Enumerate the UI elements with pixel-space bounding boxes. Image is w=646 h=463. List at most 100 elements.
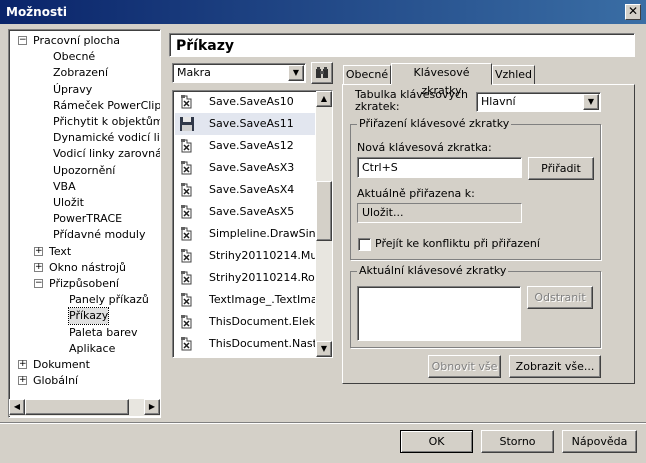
command-list-item[interactable]: Save.SaveAsX5 [175,201,315,223]
tree-item-label: Rámeček PowerClip [53,98,161,112]
scroll-left-icon[interactable]: ◀ [9,399,25,415]
tree-item[interactable]: Příkazy [67,307,110,326]
shortcut-table-value: Hlavní [481,95,516,108]
tree-item[interactable]: Panely příkazů [69,292,149,308]
keyboard-shortcuts-panel: Tabulka klávesových zkratek: Hlavní ▼ Př… [342,84,635,384]
ok-button[interactable]: OK [400,430,473,453]
command-list-item[interactable]: ThisDocument.Nastaveni [175,333,315,355]
commands-vertical-scrollbar[interactable]: ▲ ▼ [316,91,332,357]
tree-horizontal-scrollbar[interactable]: ◀ ▶ [9,399,160,416]
collapse-icon[interactable]: − [34,279,43,288]
goto-conflict-checkbox[interactable] [358,238,371,251]
tree-item-label: Dynamické vodicí linky [53,131,160,145]
close-icon[interactable]: ✕ [625,4,641,20]
tree-item[interactable]: Přichytit k objektům [53,114,160,130]
tree-item[interactable]: Pracovní plocha [33,33,120,49]
tree-item-label: Přizpůsobení [49,277,119,290]
current-shortcuts-legend: Aktuální klávesové zkratky [357,264,509,277]
command-label: Save.SaveAs11 [209,117,294,130]
scroll-right-icon[interactable]: ▶ [144,399,160,415]
expand-icon[interactable]: + [34,246,43,256]
macro-icon [181,227,192,241]
tree-item[interactable]: Text [49,244,71,260]
tree-item[interactable]: Dokument [33,357,90,373]
chevron-down-icon[interactable]: ▼ [583,94,599,110]
expand-icon[interactable]: + [34,262,43,272]
tree-item[interactable]: Vodicí linky zarovnání [53,146,160,162]
command-label: Simpleline.DrawSingleLine [209,227,315,240]
tree-item[interactable]: Globální [33,373,78,389]
scroll-thumb[interactable] [316,181,332,241]
tree-item[interactable]: Uložit [53,195,84,211]
tree-item-label: Paleta barev [69,325,138,339]
macro-icon [181,183,192,197]
show-all-button[interactable]: Zobrazit vše... [509,355,601,378]
tab-general[interactable]: Obecné [343,65,391,85]
command-label: Strihy20110214.MultiPage [209,249,315,262]
collapse-icon[interactable]: − [18,36,27,45]
chevron-down-icon[interactable]: ▼ [288,65,304,81]
tree-item[interactable]: Úpravy [53,82,92,98]
scroll-thumb[interactable] [25,399,129,415]
cancel-button[interactable]: Storno [481,430,554,453]
tree-item[interactable]: PowerTRACE [53,211,122,227]
command-label: Save.SaveAs12 [209,139,294,152]
goto-conflict-label[interactable]: Přejít ke konfliktu při přiřazení [375,237,540,250]
shortcut-table-select[interactable]: Hlavní ▼ [476,92,601,112]
command-list-item[interactable]: Strihy20110214.MultiPage [175,245,315,267]
reset-all-button[interactable]: Obnovit vše [428,355,501,378]
tree-item[interactable]: Aplikace [69,341,115,357]
scroll-up-icon[interactable]: ▲ [316,91,332,107]
command-list-item[interactable]: TextImage_.TextImage [175,289,315,311]
assign-shortcut-legend: Přiřazení klávesové zkratky [357,117,512,130]
tree-item[interactable]: Obecné [53,49,95,65]
macro-icon [181,161,192,175]
command-list-item[interactable]: ThisDocument.ElektroSchema [175,311,315,333]
tree-item-label: Dokument [33,358,90,371]
help-button[interactable]: Nápověda [562,430,637,453]
tree-item-label: Panely příkazů [69,293,149,307]
tree-item-label: Globální [33,374,79,388]
tab-keyboard-shortcuts[interactable]: Klávesové zkratky [391,63,492,97]
floppy-icon [180,117,194,131]
command-list-item[interactable]: Strihy20110214.Rozlozeni [175,267,315,289]
tree-item[interactable]: Přídavné moduly [53,227,145,243]
tree-item[interactable]: Dynamické vodicí linky [53,130,160,146]
tree-item[interactable]: Paleta barev [69,325,138,341]
tree-item[interactable]: Okno nástrojů [49,260,126,276]
remove-button[interactable]: Odstranit [527,286,593,309]
command-label: TextImage_.TextImage [209,293,315,306]
expand-icon[interactable]: + [18,376,27,386]
footer-separator [0,422,646,424]
commands-list[interactable]: Save.SaveAs10 Save.SaveAs11 Save.SaveAs12 S… [172,90,333,358]
expand-icon[interactable]: + [18,360,27,369]
current-shortcuts-list[interactable] [357,286,521,341]
new-shortcut-input[interactable]: Ctrl+S [357,157,522,178]
command-list-item[interactable]: Save.SaveAs11 [175,113,315,135]
options-tree[interactable]: Pracovní plocha − Obecné Zobrazení Úpravy Rám… [8,29,161,418]
macro-icon [181,293,192,307]
command-list-item[interactable]: Save.SaveAsX4 [175,179,315,201]
find-button[interactable] [311,62,333,84]
tree-item-label: VBA [53,179,76,193]
tree-item[interactable]: Zobrazení [53,65,108,81]
command-label: Save.SaveAsX3 [209,161,295,174]
command-list-item[interactable]: Save.SaveAs10 [175,91,315,113]
window-title: Možnosti [6,5,67,19]
tree-item[interactable]: Přizpůsobení [49,276,119,292]
command-list-item[interactable]: Simpleline.DrawSingleLine [175,223,315,245]
tree-item-label: Zobrazení [53,66,109,80]
tree-item-label: Obecné [53,50,96,64]
tab-appearance[interactable]: Vzhled [492,65,535,85]
assign-button[interactable]: Přiřadit [528,157,594,180]
current-assigned-label: Aktuálně přiřazena k: [357,187,475,200]
command-list-item[interactable]: Save.SaveAs12 [175,135,315,157]
command-list-item[interactable]: Save.SaveAsX3 [175,157,315,179]
tree-item[interactable]: Upozornění [53,163,115,179]
category-select[interactable]: Makra ▼ [172,63,306,83]
tree-item[interactable]: Rámeček PowerClip [53,98,161,114]
tree-item[interactable]: VBA [53,179,76,195]
current-assigned-value: Uložit... [357,203,522,223]
scroll-down-icon[interactable]: ▼ [316,341,332,357]
macro-icon [181,139,192,153]
